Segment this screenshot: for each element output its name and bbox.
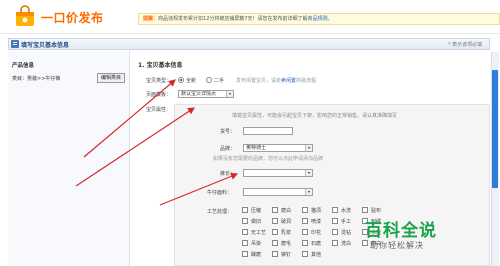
- scrollbar-thumb[interactable]: [492, 70, 498, 188]
- craft-option-label: 破洞: [281, 219, 292, 225]
- item-type-label: 宝贝类型：: [146, 78, 172, 84]
- shopping-bag-icon: [16, 5, 34, 26]
- craft-option-label: 吊染: [251, 241, 262, 247]
- craft-option-label: 乳浆: [281, 230, 292, 236]
- length-select[interactable]: [243, 169, 313, 177]
- chevron-down-icon: [226, 91, 233, 97]
- craft-option-label: 无工艺: [251, 230, 267, 236]
- craft-checkbox[interactable]: [302, 240, 308, 246]
- edit-category-button[interactable]: 编辑类目: [97, 73, 126, 83]
- model-number-input[interactable]: [243, 127, 293, 135]
- watermark-subtitle: 助你轻松解决: [370, 241, 424, 250]
- page-template-label: 页面模板：: [146, 92, 172, 98]
- craft-option-label: 猫须: [311, 208, 322, 214]
- craft-option-label: 水洗: [341, 208, 352, 214]
- craft-checkbox[interactable]: [242, 229, 248, 235]
- craft-checkbox[interactable]: [272, 251, 278, 257]
- craft-checkbox[interactable]: [302, 229, 308, 235]
- craft-option-label: 贴布: [371, 208, 382, 214]
- craft-checkbox[interactable]: [242, 251, 248, 257]
- craft-checkbox[interactable]: [272, 218, 278, 224]
- section-title: 1. 宝贝基本信息: [138, 62, 183, 69]
- craft-option-label: 磨白: [281, 208, 292, 214]
- chevron-down-icon: [305, 145, 312, 151]
- chevron-down-icon: [305, 170, 312, 176]
- craft-option-label: 石磨: [311, 241, 322, 247]
- craft-checkbox[interactable]: [302, 218, 308, 224]
- craft-option-label: 其他: [311, 252, 322, 258]
- item-type-note: 发布闲置宝贝，请走卖闲置简易流程: [236, 77, 316, 84]
- item-type-used-label: 二手: [214, 78, 225, 84]
- model-number-label: 货号：: [220, 129, 236, 135]
- item-type-new-label: 全新: [186, 78, 197, 84]
- craft-option-label: 磨毛: [281, 241, 292, 247]
- product-info-sidebar: [8, 51, 130, 266]
- craft-checkbox[interactable]: [302, 251, 308, 257]
- craft-option-label: 酵磨: [251, 252, 262, 258]
- craft-checkbox[interactable]: [302, 207, 308, 213]
- craft-option-label: 喷漆: [311, 219, 322, 225]
- brand-select[interactable]: 奥特骑士: [243, 144, 313, 152]
- brand-label: 品牌：: [220, 146, 236, 152]
- length-label: 裤长：: [220, 171, 236, 177]
- craft-checkbox[interactable]: [272, 229, 278, 235]
- denim-fabric-select[interactable]: [243, 188, 313, 196]
- page-template-select[interactable]: 默认宝贝详情页: [178, 90, 234, 98]
- page-title: 一口价发布: [41, 11, 104, 25]
- edit-form-icon: [11, 40, 19, 48]
- craft-checkbox[interactable]: [242, 218, 248, 224]
- page-template-value: 默认宝贝详情页: [181, 91, 217, 97]
- product-info-heading: 产品信息: [12, 63, 35, 69]
- craft-checkbox[interactable]: [272, 240, 278, 246]
- craft-checkbox[interactable]: [362, 207, 368, 213]
- notice-banner: 提醒：商品违规发布累计扣12分将被店铺屏蔽7天！请您在发布前详细了解商品规则。: [138, 13, 500, 25]
- craft-checkbox[interactable]: [242, 240, 248, 246]
- craft-option-label: 印花: [311, 230, 322, 236]
- notice-prefix: 提醒：: [143, 16, 159, 22]
- craft-label: 工艺处理：: [207, 209, 233, 215]
- craft-option-label: 做旧: [251, 219, 262, 225]
- sell-idle-link[interactable]: 卖闲置: [281, 78, 296, 84]
- panel-title-bar: [8, 38, 490, 50]
- attributes-label: 宝贝属性：: [146, 107, 172, 113]
- item-type-used-radio[interactable]: [206, 77, 212, 83]
- craft-checkbox[interactable]: [332, 240, 338, 246]
- craft-checkbox[interactable]: [272, 207, 278, 213]
- craft-option-label: 压皱: [251, 208, 262, 214]
- craft-checkbox[interactable]: [332, 207, 338, 213]
- brand-value: 奥特骑士: [246, 145, 267, 151]
- chevron-down-icon: [305, 189, 312, 195]
- required-hint: * 表示该项必填: [448, 42, 483, 48]
- item-type-new-radio[interactable]: [178, 77, 184, 83]
- brand-note: 如果没有您需要的品牌，您可以点此申请添加品牌: [213, 156, 324, 162]
- item-type-note-tail: 简易流程: [296, 78, 317, 84]
- craft-checkbox[interactable]: [242, 207, 248, 213]
- attributes-hint: 填错宝贝属性，可能会引起宝贝下架，影响您的正常销售。请认真准确填写: [232, 113, 398, 119]
- notice-text: 商品违规发布累计扣12分将被店铺屏蔽7天！请您在发布前详细了解: [158, 16, 308, 22]
- watermark-title: 百科全说: [365, 221, 437, 241]
- category-text: 类目：男装>>牛仔裤: [12, 76, 61, 82]
- panel-title: 填写宝贝基本信息: [21, 42, 70, 49]
- craft-checkbox[interactable]: [332, 229, 338, 235]
- craft-checkbox[interactable]: [332, 218, 338, 224]
- denim-fabric-label: 牛仔面料：: [207, 190, 233, 196]
- item-type-note-text: 发布闲置宝贝，请走: [236, 78, 282, 84]
- craft-option-label: 铆钉: [281, 252, 292, 258]
- notice-rules-link[interactable]: 商品规则。: [308, 16, 333, 22]
